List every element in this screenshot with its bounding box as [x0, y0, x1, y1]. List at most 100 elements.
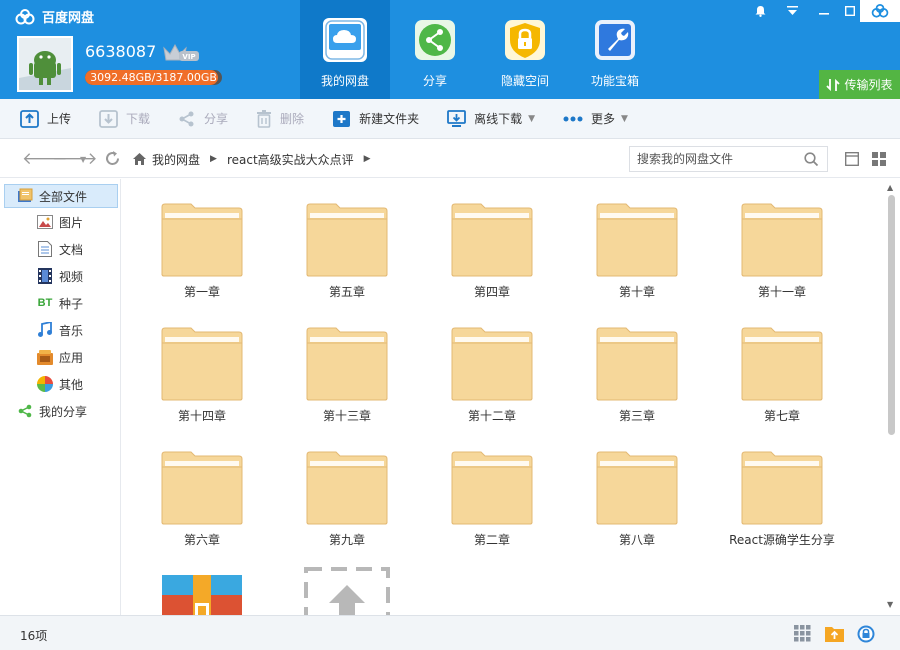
breadcrumb-separator-icon: ▶: [210, 154, 217, 164]
sidebar-item-pictures[interactable]: 图片: [0, 210, 121, 234]
tab-share-label: 分享: [422, 74, 447, 88]
forward-arrow-icon[interactable]: 🡒: [52, 149, 98, 169]
share-small-icon: [179, 111, 194, 126]
breadcrumb: 我的网盘 ▶ react高级实战大众点评 ▶: [132, 149, 381, 169]
folder-item[interactable]: 第十四章: [137, 327, 267, 424]
quota-bar: 3092.48GB/3187.00GB: [85, 70, 222, 85]
sidebar-item-label: 文档: [59, 242, 84, 257]
file-item-package[interactable]: [137, 575, 267, 615]
folder-item[interactable]: 第九章: [282, 451, 412, 548]
new-folder-icon: [333, 110, 351, 127]
scroll-down-icon[interactable]: ▼: [887, 600, 893, 609]
chevron-down-icon[interactable]: ▼: [621, 114, 628, 124]
list-view-icon[interactable]: [845, 152, 859, 166]
refresh-icon[interactable]: [104, 150, 121, 167]
sidebar-item-all-files[interactable]: 全部文件: [4, 184, 118, 208]
folder-item[interactable]: 第二章: [427, 451, 557, 548]
sidebar-item-videos[interactable]: 视频: [0, 264, 121, 288]
home-icon[interactable]: [132, 152, 147, 166]
vip-crown-icon[interactable]: VIP: [162, 42, 200, 62]
bt-icon: BT: [37, 297, 53, 309]
sidebar-item-my-shares[interactable]: 我的分享: [0, 399, 121, 423]
breadcrumb-root[interactable]: 我的网盘: [152, 151, 200, 168]
transfer-icon: [826, 78, 841, 91]
new-folder-label: 新建文件夹: [359, 112, 420, 126]
new-folder-button[interactable]: 新建文件夹: [332, 110, 419, 128]
history-dropdown-icon[interactable]: ▼: [80, 155, 86, 164]
folder-name: 第九章: [328, 533, 365, 547]
username[interactable]: 6638087: [85, 42, 156, 61]
notification-icon[interactable]: [744, 0, 776, 22]
scroll-up-icon[interactable]: ▲: [887, 183, 893, 192]
scrollbar-thumb[interactable]: [888, 195, 895, 435]
grid-view-icon[interactable]: [872, 152, 886, 166]
sidebar-item-label: 种子: [59, 296, 84, 311]
upload-label: 上传: [47, 112, 72, 126]
share-button[interactable]: 分享: [178, 110, 228, 128]
offline-download-button[interactable]: 离线下载 ▼: [447, 109, 535, 128]
folder-item[interactable]: 第七章: [717, 327, 847, 424]
folder-item[interactable]: 第四章: [427, 203, 557, 300]
wrench-icon: [593, 18, 637, 62]
search-input[interactable]: [630, 147, 800, 171]
sidebar: 全部文件 图片 文档 视频 BT 种子 音乐 应用 其他 我的分享: [0, 179, 121, 615]
folder-icon: [451, 451, 533, 525]
breadcrumb-current[interactable]: react高级实战大众点评: [227, 151, 354, 168]
vertical-scrollbar[interactable]: ▲ ▼: [884, 179, 900, 615]
file-grid: 第一章 第五章 第四章 第十章 第十一章第十四章 第十三章 第十二章 第三章 第七章第六章 第九章…: [122, 179, 884, 615]
folder-name: 第八章: [618, 533, 655, 547]
delete-button[interactable]: 删除: [256, 109, 305, 128]
folder-name: 第三章: [618, 409, 655, 423]
sidebar-item-torrents[interactable]: BT 种子: [0, 291, 121, 315]
sidebar-item-music[interactable]: 音乐: [0, 318, 121, 342]
folder-name: 第十章: [618, 285, 655, 299]
folder-name: 第十三章: [322, 409, 371, 423]
security-lock-icon[interactable]: [857, 625, 875, 643]
folder-item[interactable]: 第十章: [572, 203, 702, 300]
folder-name: 第七章: [763, 409, 800, 423]
trash-icon: [257, 109, 272, 128]
chevron-down-icon[interactable]: ▼: [528, 114, 535, 124]
window-controls: [744, 0, 900, 22]
tab-toolbox[interactable]: 功能宝箱: [570, 0, 660, 99]
cloud-mini-icon[interactable]: [860, 0, 900, 22]
picture-icon: [37, 214, 53, 230]
folder-item[interactable]: 第八章: [572, 451, 702, 548]
transfer-list-button[interactable]: 传输列表: [819, 70, 900, 99]
more-label: 更多: [591, 112, 616, 126]
minimize-icon[interactable]: [808, 0, 840, 22]
folder-name: React源确学生分享: [729, 533, 835, 547]
maximize-icon[interactable]: [840, 0, 860, 22]
folder-item[interactable]: 第六章: [137, 451, 267, 548]
upload-button[interactable]: 上传: [20, 109, 72, 128]
folder-item[interactable]: React源确学生分享: [717, 451, 847, 548]
address-bar: 🡐 🡒 ▼ 我的网盘 ▶ react高级实战大众点评 ▶: [0, 140, 900, 178]
folder-item[interactable]: 第十二章: [427, 327, 557, 424]
upload-placeholder[interactable]: [282, 567, 412, 615]
avatar[interactable]: [17, 36, 73, 92]
tab-share[interactable]: 分享: [390, 0, 480, 99]
grid-apps-icon[interactable]: [794, 625, 811, 642]
menu-dropdown-icon[interactable]: [776, 0, 808, 22]
delete-label: 删除: [280, 112, 305, 126]
status-bar: 16项: [0, 615, 900, 650]
sidebar-item-label: 应用: [59, 350, 84, 365]
folder-item[interactable]: 第一章: [137, 203, 267, 300]
folder-item[interactable]: 第五章: [282, 203, 412, 300]
tab-hidden-space[interactable]: 隐藏空间: [480, 0, 570, 99]
sidebar-item-documents[interactable]: 文档: [0, 237, 121, 261]
folder-name: 第一章: [183, 285, 220, 299]
tab-my-disk[interactable]: 我的网盘: [300, 0, 390, 99]
folder-item[interactable]: 第十三章: [282, 327, 412, 424]
folder-icon: [741, 327, 823, 401]
folder-icon: [451, 327, 533, 401]
upload-icon: [20, 109, 39, 128]
download-button[interactable]: 下载: [99, 109, 150, 128]
search-icon[interactable]: [804, 152, 819, 167]
more-button[interactable]: 更多 ▼: [563, 110, 628, 127]
sidebar-item-others[interactable]: 其他: [0, 372, 121, 396]
upload-folder-icon[interactable]: [825, 625, 844, 642]
sidebar-item-apps[interactable]: 应用: [0, 345, 121, 369]
folder-item[interactable]: 第三章: [572, 327, 702, 424]
folder-item[interactable]: 第十一章: [717, 203, 847, 300]
